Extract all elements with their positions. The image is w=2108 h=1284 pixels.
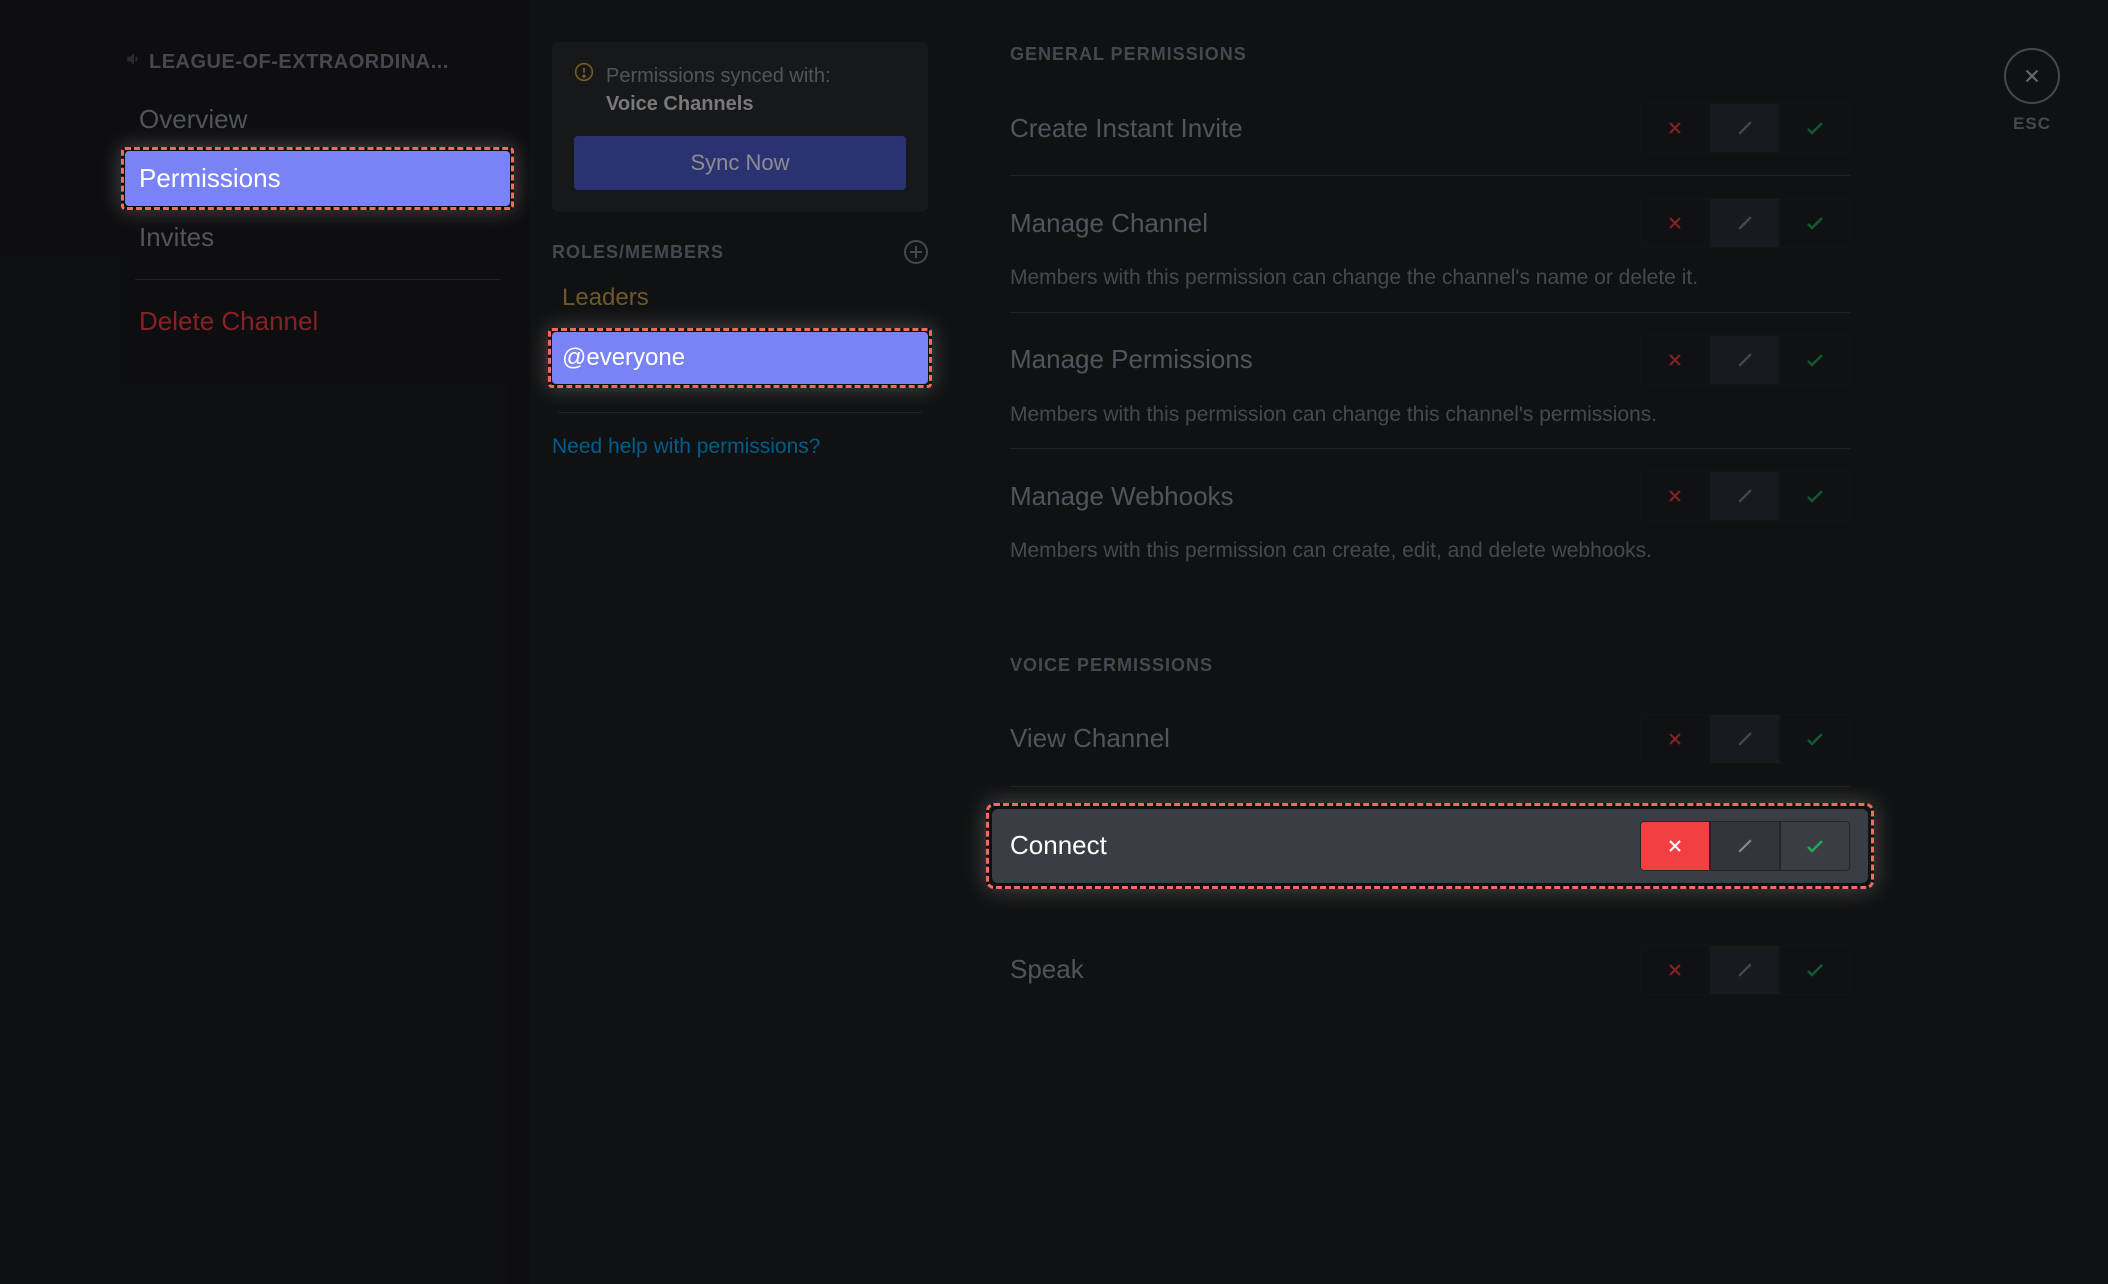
roles-column: Permissions synced with: Voice Channels … bbox=[530, 0, 950, 1284]
perm-title-speak: Speak bbox=[1010, 954, 1084, 985]
perm-allow-speak[interactable] bbox=[1780, 945, 1850, 995]
add-role-button[interactable] bbox=[904, 240, 928, 264]
perm-title-manage-channel: Manage Channel bbox=[1010, 208, 1208, 239]
tri-toggle-connect bbox=[1640, 821, 1850, 871]
perm-allow-manage-webhooks[interactable] bbox=[1780, 471, 1850, 521]
perm-title-create-invite: Create Instant Invite bbox=[1010, 113, 1243, 144]
settings-sidebar: LEAGUE-OF-EXTRAORDINA... Overview Permis… bbox=[0, 0, 530, 1284]
volume-icon bbox=[125, 50, 143, 74]
tri-toggle-manage-channel bbox=[1640, 198, 1850, 248]
sync-text: Permissions synced with: bbox=[606, 62, 831, 90]
perm-block-speak: Speak bbox=[1010, 923, 1850, 1017]
perm-allow-create-invite[interactable] bbox=[1780, 103, 1850, 153]
permissions-help-link[interactable]: Need help with permissions? bbox=[552, 435, 928, 459]
perm-deny-connect[interactable] bbox=[1640, 821, 1710, 871]
perm-allow-view-channel[interactable] bbox=[1780, 714, 1850, 764]
perm-deny-speak[interactable] bbox=[1640, 945, 1710, 995]
tri-toggle-view-channel bbox=[1640, 714, 1850, 764]
perm-title-connect: Connect bbox=[1010, 830, 1107, 861]
perm-deny-manage-channel[interactable] bbox=[1640, 198, 1710, 248]
perm-title-manage-webhooks: Manage Webhooks bbox=[1010, 481, 1234, 512]
perm-deny-manage-webhooks[interactable] bbox=[1640, 471, 1710, 521]
perm-block-connect: Connect bbox=[992, 809, 1868, 883]
roles-members-header: ROLES/MEMBERS bbox=[552, 242, 724, 263]
section-header-general: GENERAL PERMISSIONS bbox=[1010, 44, 1850, 65]
roles-divider bbox=[558, 412, 922, 413]
section-header-voice: VOICE PERMISSIONS bbox=[1010, 655, 1850, 676]
perm-pass-manage-webhooks[interactable] bbox=[1710, 471, 1780, 521]
perm-pass-create-invite[interactable] bbox=[1710, 103, 1780, 153]
permissions-panel: GENERAL PERMISSIONS Create Instant Invit… bbox=[950, 0, 1890, 1284]
tri-toggle-create-invite bbox=[1640, 103, 1850, 153]
perm-title-view-channel: View Channel bbox=[1010, 723, 1170, 754]
warning-icon bbox=[574, 62, 594, 118]
close-area: ESC bbox=[2004, 48, 2060, 134]
channel-header: LEAGUE-OF-EXTRAORDINA... bbox=[125, 50, 510, 74]
close-button[interactable] bbox=[2004, 48, 2060, 104]
role-item-everyone[interactable]: @everyone bbox=[552, 332, 928, 384]
tri-toggle-manage-permissions bbox=[1640, 335, 1850, 385]
perm-title-manage-permissions: Manage Permissions bbox=[1010, 344, 1253, 375]
perm-deny-view-channel[interactable] bbox=[1640, 714, 1710, 764]
perm-deny-manage-permissions[interactable] bbox=[1640, 335, 1710, 385]
sidebar-item-delete-channel[interactable]: Delete Channel bbox=[125, 294, 510, 349]
perm-pass-manage-permissions[interactable] bbox=[1710, 335, 1780, 385]
perm-pass-manage-channel[interactable] bbox=[1710, 198, 1780, 248]
perm-block-manage-channel: Manage Channel Members with this permiss… bbox=[1010, 176, 1850, 313]
perm-block-view-channel: View Channel bbox=[1010, 692, 1850, 787]
sync-now-button[interactable]: Sync Now bbox=[574, 136, 906, 190]
perm-pass-view-channel[interactable] bbox=[1710, 714, 1780, 764]
perm-deny-create-invite[interactable] bbox=[1640, 103, 1710, 153]
role-item-leaders[interactable]: Leaders bbox=[552, 272, 928, 324]
perm-pass-connect[interactable] bbox=[1710, 821, 1780, 871]
perm-block-create-invite: Create Instant Invite bbox=[1010, 81, 1850, 176]
sidebar-divider bbox=[135, 279, 500, 280]
esc-label: ESC bbox=[2004, 114, 2060, 134]
sync-category: Voice Channels bbox=[606, 90, 831, 118]
tri-toggle-speak bbox=[1640, 945, 1850, 995]
sidebar-item-overview[interactable]: Overview bbox=[125, 92, 510, 147]
perm-allow-manage-permissions[interactable] bbox=[1780, 335, 1850, 385]
perm-pass-speak[interactable] bbox=[1710, 945, 1780, 995]
perm-desc-manage-permissions: Members with this permission can change … bbox=[1010, 399, 1770, 431]
tri-toggle-manage-webhooks bbox=[1640, 471, 1850, 521]
perm-desc-manage-channel: Members with this permission can change … bbox=[1010, 262, 1770, 294]
perm-allow-manage-channel[interactable] bbox=[1780, 198, 1850, 248]
perm-block-manage-permissions: Manage Permissions Members with this per… bbox=[1010, 313, 1850, 450]
channel-name: LEAGUE-OF-EXTRAORDINA... bbox=[149, 51, 449, 74]
perm-block-manage-webhooks: Manage Webhooks Members with this permis… bbox=[1010, 449, 1850, 585]
perm-desc-manage-webhooks: Members with this permission can create,… bbox=[1010, 535, 1770, 567]
sidebar-item-invites[interactable]: Invites bbox=[125, 210, 510, 265]
sidebar-item-permissions[interactable]: Permissions bbox=[125, 151, 510, 206]
perm-allow-connect[interactable] bbox=[1780, 821, 1850, 871]
sync-box: Permissions synced with: Voice Channels … bbox=[552, 42, 928, 212]
